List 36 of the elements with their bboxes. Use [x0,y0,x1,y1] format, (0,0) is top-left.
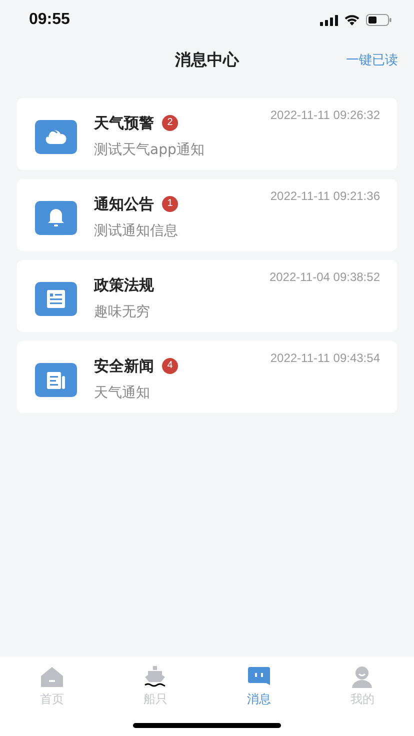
message-title: 政策法规 [94,276,154,294]
unread-count-badge: 1 [162,196,178,212]
wifi-icon [344,14,360,26]
tab-item[interactable]: 首页 [0,665,104,708]
message-time: 2022-11-11 09:26:32 [270,108,380,122]
mark-all-read-link[interactable]: 一键已读 [346,51,398,69]
ship-icon [143,665,168,689]
cloud-icon [35,120,77,154]
message-preview: 测试天气app通知 [94,140,204,158]
message-preview: 测试通知信息 [94,222,178,240]
message-title: 安全新闻 [94,356,154,376]
unread-count-badge: 4 [162,358,178,374]
person-icon [350,665,374,689]
message-card[interactable]: 通知公告 1 测试通知信息 2022-11-11 09:21:36 [17,179,397,251]
message-preview: 天气通知 [94,384,151,402]
status-time: 09:55 [29,11,70,29]
message-title: 天气预警 [94,114,154,132]
message-preview: 趣味无穷 [94,302,151,320]
message-card[interactable]: 政策法规 趣味无穷 2022-11-04 09:38:52 [17,260,397,332]
message-time: 2022-11-11 09:43:54 [270,351,380,365]
unread-count-badge: 2 [162,115,178,131]
message-title: 通知公告 [94,194,154,214]
document-icon [35,282,77,316]
bell-icon [35,201,77,235]
newspaper-icon [35,363,77,397]
home-icon [40,665,64,689]
tab-item[interactable]: 消息 [207,665,310,708]
message-card[interactable]: 安全新闻 4 天气通知 2022-11-11 09:43:54 [17,341,397,413]
battery-icon [366,14,392,26]
message-time: 2022-11-04 09:38:52 [269,270,380,284]
signal-icon [320,14,338,26]
tab-item[interactable]: 我的 [310,665,414,708]
message-time: 2022-11-11 09:21:36 [270,189,380,203]
message-card[interactable]: 天气预警 2 测试天气app通知 2022-11-11 09:26:32 [17,98,397,170]
tab-item[interactable]: 船只 [104,665,207,708]
page-title: 消息中心 [175,50,239,70]
